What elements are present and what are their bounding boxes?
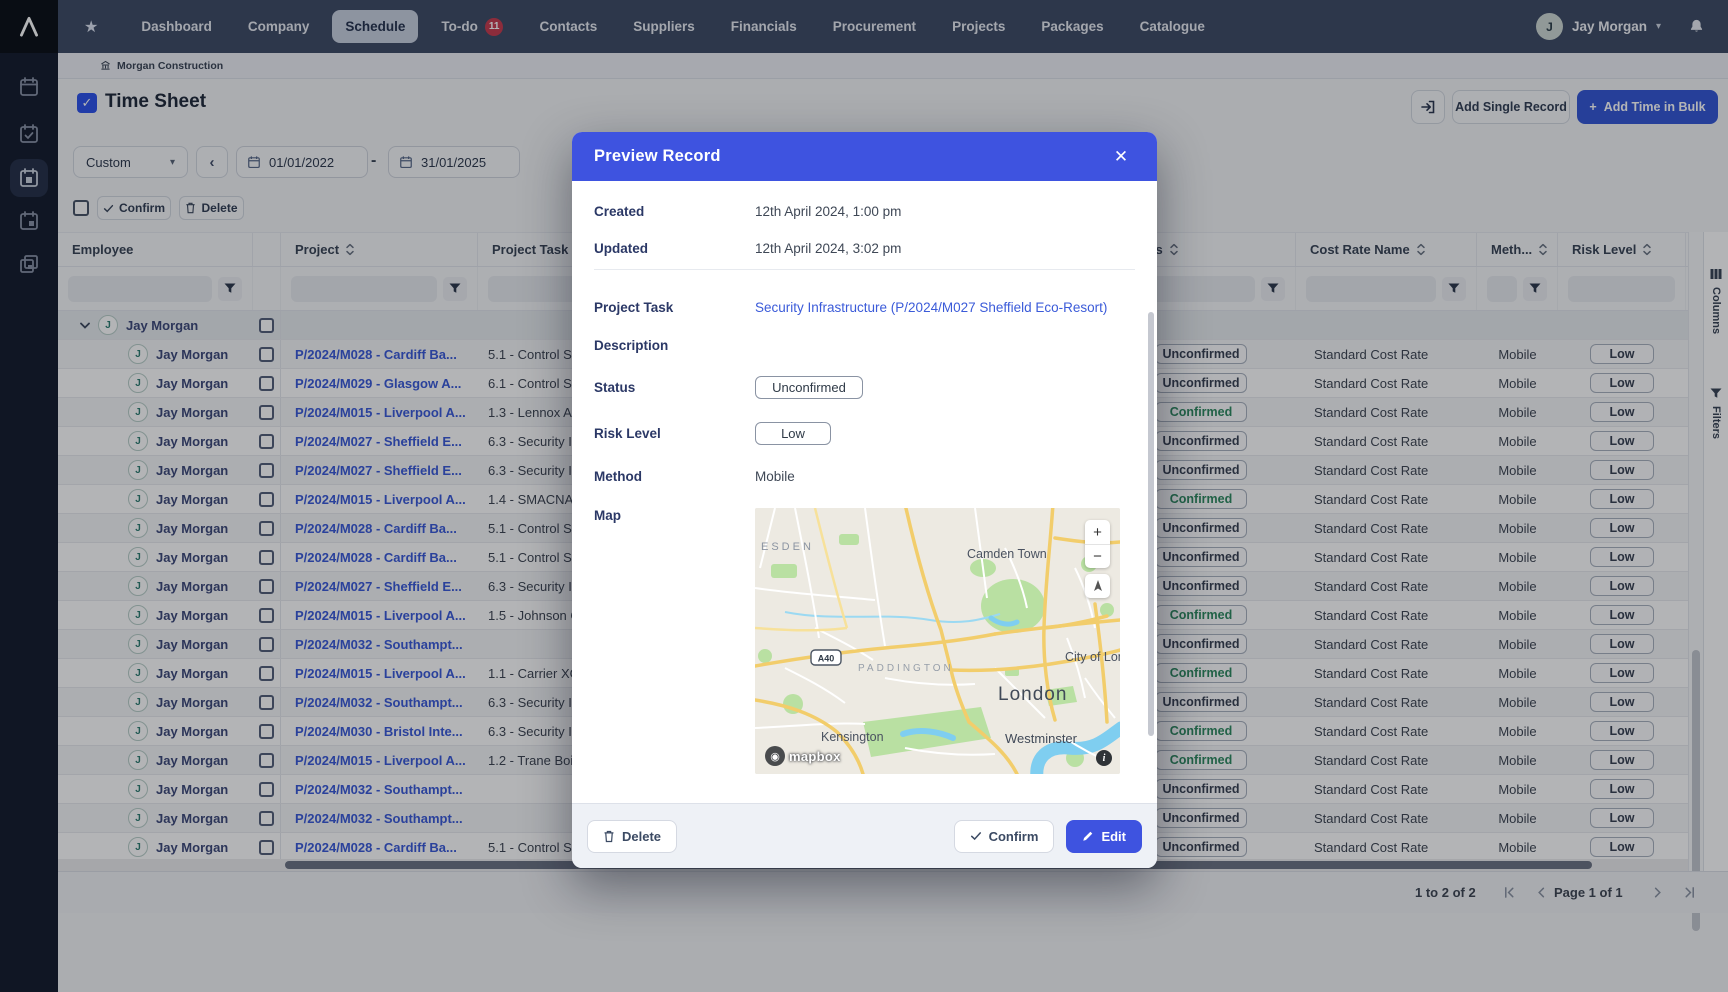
modal-title: Preview Record xyxy=(594,147,721,166)
risk-badge: Low xyxy=(755,422,831,445)
map-image: A40 ESDEN Camden Town PADDINGTON City of… xyxy=(755,508,1120,774)
description-label: Description xyxy=(594,338,755,353)
method-value: Mobile xyxy=(755,469,795,484)
map-compass-button[interactable] xyxy=(1085,574,1110,598)
modal-footer: Delete Confirm Edit xyxy=(572,803,1157,868)
map-label-paddington: PADDINGTON xyxy=(858,663,954,674)
close-icon[interactable]: ✕ xyxy=(1107,143,1135,171)
created-label: Created xyxy=(594,204,755,219)
project-task-link[interactable]: Security Infrastructure (P/2024/M027 She… xyxy=(755,300,1107,315)
map-compass-control xyxy=(1085,574,1110,598)
map-zoom-in-button[interactable]: + xyxy=(1085,520,1110,544)
modal-delete-button[interactable]: Delete xyxy=(587,820,677,853)
location-map[interactable]: A40 ESDEN Camden Town PADDINGTON City of… xyxy=(755,508,1120,774)
map-label-camden: Camden Town xyxy=(967,547,1047,561)
method-label: Method xyxy=(594,469,755,484)
map-zoom-out-button[interactable]: − xyxy=(1085,544,1110,568)
risk-level-label: Risk Level xyxy=(594,426,755,441)
map-label-westminster: Westminster xyxy=(1005,731,1078,746)
status-label: Status xyxy=(594,380,755,395)
check-icon xyxy=(970,830,982,842)
modal-confirm-button[interactable]: Confirm xyxy=(954,820,1055,853)
updated-label: Updated xyxy=(594,241,755,256)
map-label-city: City of Londo xyxy=(1065,650,1120,664)
pencil-icon xyxy=(1082,830,1094,842)
modal-body: Created 12th April 2024, 1:00 pm Updated… xyxy=(572,181,1157,803)
map-label-london: London xyxy=(998,684,1067,705)
trash-icon xyxy=(603,830,615,843)
map-info-icon[interactable]: i xyxy=(1096,750,1112,766)
map-label: Map xyxy=(594,508,755,523)
map-label-kensington: Kensington xyxy=(821,730,884,744)
road-badge-a40: A40 xyxy=(818,654,835,664)
modal-edit-button[interactable]: Edit xyxy=(1066,820,1142,853)
map-zoom-controls: + − xyxy=(1085,520,1110,568)
map-label-esden: ESDEN xyxy=(761,541,814,553)
updated-value: 12th April 2024, 3:02 pm xyxy=(755,241,901,256)
project-task-label: Project Task xyxy=(594,300,755,315)
created-value: 12th April 2024, 1:00 pm xyxy=(755,204,901,219)
divider xyxy=(594,269,1135,270)
mapbox-logo: ◉ mapbox xyxy=(765,746,841,766)
status-badge: Unconfirmed xyxy=(755,376,863,399)
preview-record-modal: Preview Record ✕ Created 12th April 2024… xyxy=(572,132,1157,868)
mapbox-pin-icon: ◉ xyxy=(765,746,785,766)
modal-header: Preview Record ✕ xyxy=(572,132,1157,181)
modal-scrollbar-thumb[interactable] xyxy=(1148,312,1154,736)
